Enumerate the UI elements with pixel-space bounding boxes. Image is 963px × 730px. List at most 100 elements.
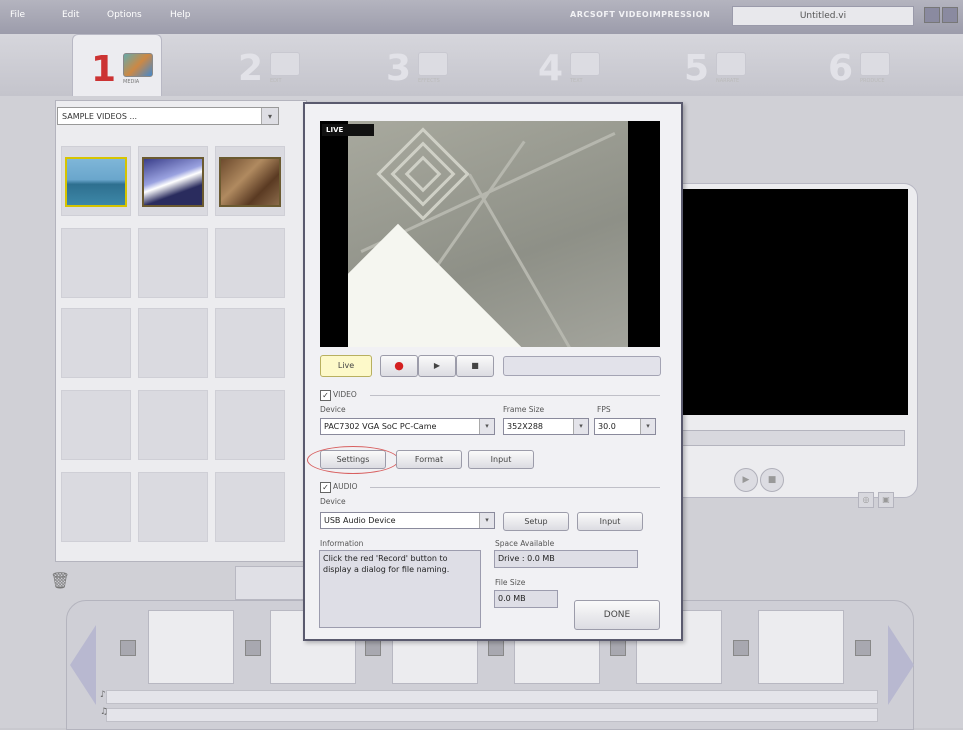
transition-slot[interactable] — [855, 640, 871, 656]
transition-slot[interactable] — [488, 640, 504, 656]
video-thumbnail[interactable] — [142, 157, 204, 207]
live-button[interactable]: Live — [320, 355, 372, 377]
step-effects-tab[interactable]: 3 EFFECTS — [368, 34, 518, 96]
video-section-label: VIDEO — [333, 390, 357, 399]
chevron-down-icon: ▾ — [640, 419, 655, 434]
media-source-dropdown[interactable]: SAMPLE VIDEOS ... ▾ — [57, 107, 279, 125]
video-thumbnail[interactable] — [65, 157, 127, 207]
microphone-icon — [716, 52, 746, 76]
audio-checkbox[interactable]: ✓ — [320, 482, 331, 493]
preview-seekbar[interactable] — [678, 430, 905, 446]
media-source-value: SAMPLE VIDEOS ... — [62, 112, 138, 121]
minimize-button[interactable] — [924, 7, 940, 23]
menu-help[interactable]: Help — [170, 10, 191, 20]
settings-highlight-ring — [307, 446, 399, 474]
fps-select[interactable]: 30.0 ▾ — [594, 418, 656, 435]
play-icon: ▶ — [433, 361, 441, 370]
stop-icon: ■ — [471, 361, 479, 370]
frame-size-value: 352X288 — [507, 422, 544, 431]
collapse-tab[interactable] — [235, 566, 307, 600]
media-cell[interactable] — [61, 390, 131, 460]
stop-icon[interactable]: ■ — [760, 468, 784, 492]
done-button[interactable]: DONE — [574, 600, 660, 630]
step-narrate-tab[interactable]: 5 NARRATE — [666, 34, 816, 96]
step-label: NARRATE — [716, 78, 740, 84]
format-button[interactable]: Format — [396, 450, 462, 469]
camera-image — [348, 121, 628, 347]
record-button[interactable]: ● — [380, 355, 418, 377]
fps-value: 30.0 — [598, 422, 616, 431]
transition-slot[interactable] — [610, 640, 626, 656]
divider — [370, 487, 660, 488]
step-number: 4 — [538, 48, 564, 89]
media-cell[interactable] — [138, 228, 208, 298]
step-number: 5 — [684, 48, 710, 89]
transition-slot[interactable] — [365, 640, 381, 656]
media-cell[interactable] — [138, 390, 208, 460]
media-cell[interactable] — [138, 472, 208, 542]
transition-slot[interactable] — [733, 640, 749, 656]
produce-icon — [860, 52, 890, 76]
audio-device-select[interactable]: USB Audio Device ▾ — [320, 512, 495, 529]
transition-slot[interactable] — [120, 640, 136, 656]
video-device-select[interactable]: PAC7302 VGA SoC PC-Came ▾ — [320, 418, 495, 435]
play-button[interactable]: ▶ — [418, 355, 456, 377]
divider — [370, 395, 660, 396]
audio-setup-button[interactable]: Setup — [503, 512, 569, 531]
step-number: 6 — [828, 48, 854, 89]
close-button[interactable] — [942, 7, 958, 23]
step-produce-tab[interactable]: 6 PRODUCE — [810, 34, 960, 96]
step-edit-tab[interactable]: 2 EDIT — [220, 34, 370, 96]
video-input-button[interactable]: Input — [468, 450, 534, 469]
live-indicator: LIVE — [322, 124, 374, 136]
audio-input-button[interactable]: Input — [577, 512, 643, 531]
media-cell[interactable] — [61, 146, 131, 216]
menu-file[interactable]: File — [10, 10, 25, 20]
media-icon — [123, 53, 153, 77]
narration-track[interactable] — [106, 690, 878, 704]
media-cell[interactable] — [215, 472, 285, 542]
app-title: ARCSOFT VIDEOIMPRESSION — [570, 10, 711, 19]
step-label: TEXT — [570, 78, 583, 84]
frame-size-select[interactable]: 352X288 ▾ — [503, 418, 589, 435]
media-cell[interactable] — [215, 228, 285, 298]
video-thumbnail[interactable] — [219, 157, 281, 207]
capture-status-bar — [503, 356, 661, 376]
fullscreen-icon[interactable]: ▣ — [878, 492, 894, 508]
menu-edit[interactable]: Edit — [62, 10, 79, 20]
snapshot-icon[interactable]: ◎ — [858, 492, 874, 508]
chevron-down-icon: ▾ — [479, 513, 494, 528]
play-icon[interactable]: ▶ — [734, 468, 758, 492]
fps-label: FPS — [597, 405, 611, 414]
media-cell[interactable] — [138, 146, 208, 216]
transition-slot[interactable] — [245, 640, 261, 656]
storyboard-slot[interactable] — [758, 610, 844, 684]
video-device-value: PAC7302 VGA SoC PC-Came — [324, 422, 437, 431]
edit-icon — [270, 52, 300, 76]
space-available-label: Space Available — [495, 539, 555, 548]
media-cell[interactable] — [61, 308, 131, 378]
audio-device-value: USB Audio Device — [324, 516, 396, 525]
step-text-tab[interactable]: 4 TEXT — [520, 34, 670, 96]
file-size-value: 0.0 MB — [494, 590, 558, 608]
media-cell[interactable] — [61, 472, 131, 542]
audio-section-label: AUDIO — [333, 482, 358, 491]
step-label: MEDIA — [123, 79, 140, 85]
step-number: 1 — [91, 49, 117, 90]
media-cell[interactable] — [215, 308, 285, 378]
step-media-tab[interactable]: 1 MEDIA — [72, 34, 162, 97]
record-icon: ● — [394, 359, 404, 372]
stop-button[interactable]: ■ — [456, 355, 494, 377]
media-cell[interactable] — [138, 308, 208, 378]
menu-options[interactable]: Options — [107, 10, 142, 20]
project-name-field[interactable]: Untitled.vi — [732, 6, 914, 26]
storyboard-slot[interactable] — [148, 610, 234, 684]
media-cell[interactable] — [215, 146, 285, 216]
media-cell[interactable] — [215, 390, 285, 460]
trash-icon[interactable]: 🗑 — [50, 571, 70, 590]
media-cell[interactable] — [61, 228, 131, 298]
preview-screen — [678, 189, 908, 415]
video-checkbox[interactable]: ✓ — [320, 390, 331, 401]
device-label: Device — [320, 405, 346, 414]
music-track[interactable] — [106, 708, 878, 722]
